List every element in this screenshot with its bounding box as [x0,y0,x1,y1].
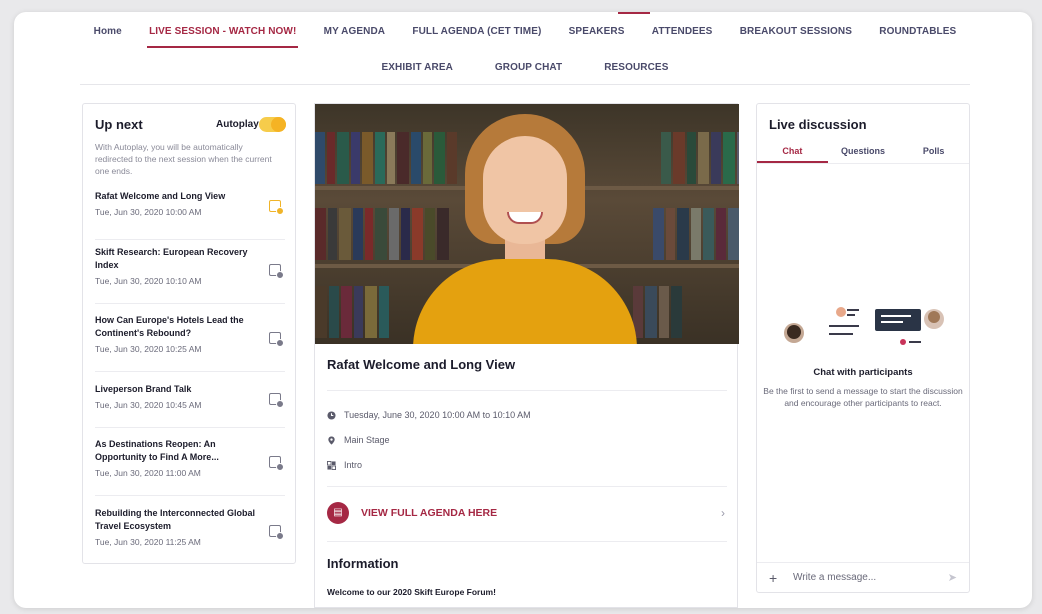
add-to-calendar-icon[interactable] [269,332,284,347]
nav-home[interactable]: Home [92,26,124,48]
add-to-calendar-icon[interactable] [269,456,284,471]
clock-icon [327,410,336,420]
tab-polls[interactable]: Polls [898,144,969,163]
nav-roundtables[interactable]: ROUNDTABLES [877,26,958,48]
nav-speakers[interactable]: SPEAKERS [567,26,627,48]
live-discussion-title: Live discussion [769,117,867,132]
add-to-calendar-icon[interactable] [269,525,284,540]
chat-illustration [784,307,944,345]
tab-chat[interactable]: Chat [757,144,828,163]
nav-group-chat[interactable]: GROUP CHAT [493,62,564,84]
message-composer: + Write a message... ➤ [757,562,969,592]
session-title: How Can Europe's Hotels Lead the Contine… [95,315,244,338]
session-title: Liveperson Brand Talk [95,384,192,394]
session-track-text: Intro [344,460,363,470]
session-time: Tue, Jun 30, 2020 10:10 AM [95,276,202,286]
location-pin-icon [328,435,335,445]
view-full-agenda-link[interactable]: ▤ VIEW FULL AGENDA HERE › [327,502,727,524]
message-input[interactable]: Write a message... [793,572,948,583]
nav-exhibit-area[interactable]: EXHIBIT AREA [380,62,455,84]
app-frame: Home LIVE SESSION - WATCH NOW! MY AGENDA… [14,12,1032,608]
up-next-panel: Up next Autoplay With Autoplay, you will… [82,103,296,564]
up-next-title: Up next [95,117,143,132]
presenter-face [483,136,567,244]
chat-empty-heading: Chat with participants [813,367,913,378]
session-item[interactable]: Rafat Welcome and Long View Tue, Jun 30,… [95,190,285,240]
session-item[interactable]: Skift Research: European Recovery Index … [95,246,285,304]
nav-breakout-sessions[interactable]: BREAKOUT SESSIONS [738,26,854,48]
send-icon[interactable]: ➤ [948,571,957,584]
nav-resources[interactable]: RESOURCES [602,62,670,84]
welcome-text: Welcome to our 2020 Skift Europe Forum! [327,587,496,597]
live-discussion-panel: Live discussion Chat Questions Polls Cha… [756,103,970,593]
add-to-calendar-icon[interactable] [269,393,284,408]
session-title: As Destinations Reopen: An Opportunity t… [95,439,219,462]
agenda-icon: ▤ [327,502,349,524]
autoplay-description: With Autoplay, you will be automatically… [95,142,272,176]
session-location: Main Stage [327,435,390,445]
session-title: Rafat Welcome and Long View [95,191,226,201]
chat-empty-subtext: Be the first to send a message to start … [763,386,963,408]
session-time: Tue, Jun 30, 2020 10:25 AM [95,344,202,354]
autoplay-toggle[interactable] [259,117,286,132]
session-item[interactable]: Liveperson Brand Talk Tue, Jun 30, 2020 … [95,383,285,428]
presenter-sweater [413,259,637,344]
session-title: Skift Research: European Recovery Index [95,247,248,270]
divider [327,390,727,391]
session-title: Rebuilding the Interconnected Global Tra… [95,508,256,531]
session-title: Rafat Welcome and Long View [327,357,516,372]
tab-questions[interactable]: Questions [828,144,899,163]
session-time: Tue, Jun 30, 2020 11:25 AM [95,537,201,547]
nav-live-session[interactable]: LIVE SESSION - WATCH NOW! [147,26,299,48]
nav-indicator [618,12,650,14]
plus-icon[interactable]: + [769,570,783,586]
add-to-calendar-icon[interactable] [269,200,284,215]
session-panel: Rafat Welcome and Long View Tuesday, Jun… [314,103,739,608]
session-datetime-text: Tuesday, June 30, 2020 10:00 AM to 10:10… [344,410,531,420]
divider [327,486,727,487]
chevron-right-icon: › [721,506,725,520]
session-item[interactable]: How Can Europe's Hotels Lead the Contine… [95,314,285,372]
view-full-agenda-label: VIEW FULL AGENDA HERE [361,507,498,519]
session-time: Tue, Jun 30, 2020 11:00 AM [95,468,201,478]
nav-full-agenda[interactable]: FULL AGENDA (CET TIME) [410,26,543,48]
add-to-calendar-icon[interactable] [269,264,284,279]
nav-attendees[interactable]: ATTENDEES [650,26,715,48]
session-location-text: Main Stage [344,435,390,445]
session-item[interactable]: Rebuilding the Interconnected Global Tra… [95,507,285,559]
track-icon [327,460,336,470]
discussion-tabs: Chat Questions Polls [757,144,969,164]
video-player[interactable] [315,104,739,344]
nav-my-agenda[interactable]: MY AGENDA [322,26,387,48]
session-track: Intro [327,460,362,470]
session-time: Tue, Jun 30, 2020 10:00 AM [95,207,202,217]
session-time: Tue, Jun 30, 2020 10:45 AM [95,400,202,410]
session-datetime: Tuesday, June 30, 2020 10:00 AM to 10:10… [327,410,531,420]
information-heading: Information [327,556,399,571]
top-nav: Home LIVE SESSION - WATCH NOW! MY AGENDA… [80,12,970,85]
autoplay-label: Autoplay [216,119,259,130]
divider [327,541,727,542]
session-item[interactable]: As Destinations Reopen: An Opportunity t… [95,438,285,496]
